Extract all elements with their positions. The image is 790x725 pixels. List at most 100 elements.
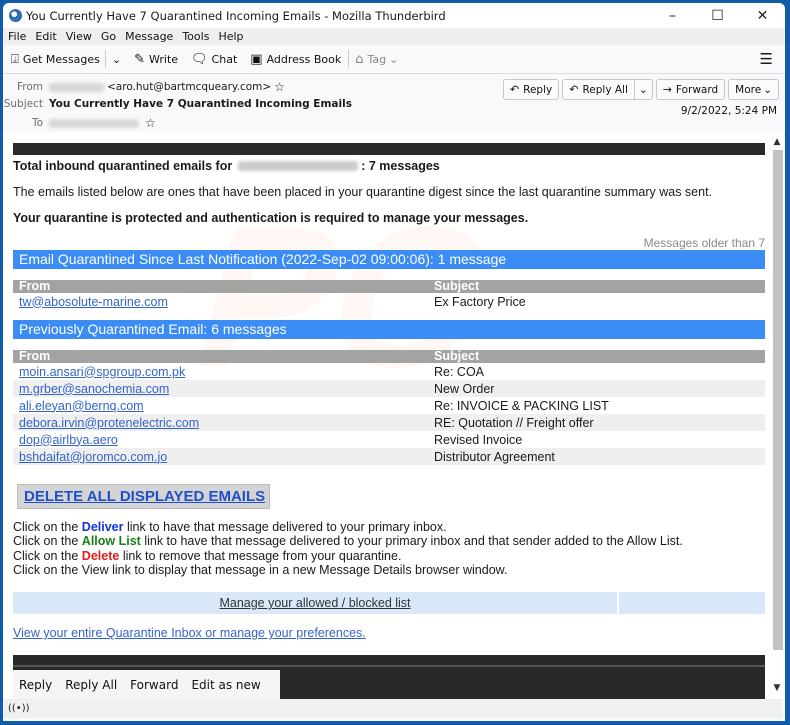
message-header: From <aro.hut@bartmcqueary.com> ☆ Subjec… xyxy=(3,74,785,134)
star-icon[interactable]: ☆ xyxy=(145,116,156,130)
recent-quarantine-header: Email Quarantined Since Last Notificatio… xyxy=(13,250,765,269)
delete-instruction: Click on the Delete link to remove that … xyxy=(13,549,765,563)
table-row: debora.irvin@protenelectric.com RE: Quot… xyxy=(13,414,765,431)
menu-view[interactable]: View xyxy=(66,30,92,43)
message-date: 9/2/2022, 5:24 PM xyxy=(680,105,777,117)
address-book-icon: ▣ xyxy=(250,51,263,67)
close-button[interactable]: ✕ xyxy=(740,3,785,28)
status-bar: ((•)) xyxy=(3,699,782,718)
address-book-button[interactable]: ▣ Address Book xyxy=(250,52,341,67)
reply-all-icon: ↶ xyxy=(569,83,579,96)
write-label: Write xyxy=(148,52,179,66)
menu-file[interactable]: File xyxy=(8,30,26,43)
sender-link[interactable]: dop@airlbya.aero xyxy=(19,433,118,447)
thunderbird-logo-icon xyxy=(9,9,22,22)
get-messages-button[interactable]: ⍗ Get Messages xyxy=(11,52,100,67)
more-label: More xyxy=(735,83,762,96)
instruction-text: link to remove that message from your qu… xyxy=(122,548,402,563)
reply-all-label: Reply All xyxy=(582,83,628,96)
hamburger-menu-icon[interactable]: ☰ xyxy=(760,50,773,68)
from-column-header: From xyxy=(13,350,428,363)
delete-keyword: Delete xyxy=(81,548,120,563)
sender-link[interactable]: bshdaifat@joromco.com.jo xyxy=(19,450,167,464)
tag-icon: ⌂ xyxy=(355,51,364,67)
table-row: m.grber@sanochemia.com New Order xyxy=(13,380,765,397)
subject-cell: Re: INVOICE & PACKING LIST xyxy=(434,398,609,413)
online-status-icon[interactable]: ((•)) xyxy=(8,703,30,714)
title-bar: You Currently Have 7 Quarantined Incomin… xyxy=(3,3,785,28)
delete-all-link[interactable]: DELETE ALL DISPLAYED EMAILS xyxy=(24,488,265,505)
vertical-scrollbar[interactable]: ▲ ▼ xyxy=(770,133,784,699)
quick-reply-button[interactable]: Reply xyxy=(19,678,52,692)
sender-link[interactable]: debora.irvin@protenelectric.com xyxy=(19,416,199,430)
menu-go[interactable]: Go xyxy=(101,30,116,43)
scroll-down-icon[interactable]: ▼ xyxy=(770,681,784,695)
sender-link[interactable]: moin.ansari@spgroup.com.pk xyxy=(19,365,185,379)
quick-forward-button[interactable]: Forward xyxy=(130,678,178,692)
reply-button[interactable]: ↶ Reply xyxy=(502,79,560,100)
table-row: bshdaifat@joromco.com.jo Distributor Agr… xyxy=(13,448,765,465)
pencil-icon: ✎ xyxy=(134,51,145,67)
subject-cell: Distributor Agreement xyxy=(428,448,765,465)
more-button[interactable]: More ⌄ xyxy=(728,79,779,100)
instruction-prefix: Click on the xyxy=(13,548,79,563)
menu-help[interactable]: Help xyxy=(218,30,243,43)
from-column-header: From xyxy=(13,280,428,293)
chevron-down-icon: ⌄ xyxy=(763,83,772,96)
menu-tools[interactable]: Tools xyxy=(182,30,209,43)
maximize-button[interactable]: ☐ xyxy=(695,3,740,28)
instruction-text: link to have that message delivered to y… xyxy=(126,520,447,534)
menu-message[interactable]: Message xyxy=(125,30,173,43)
redacted-recipient xyxy=(49,118,139,128)
reply-label: Reply xyxy=(523,83,553,96)
redacted-recipient xyxy=(238,161,359,171)
chevron-down-icon: ⌄ xyxy=(111,52,122,66)
chevron-down-icon: ⌄ xyxy=(638,83,648,96)
quick-reply-all-button[interactable]: Reply All xyxy=(65,678,117,692)
previous-quarantine-header: Previously Quarantined Email: 6 messages xyxy=(13,320,765,339)
chat-button[interactable]: 🗨 Chat xyxy=(191,52,237,67)
minimize-button[interactable]: – xyxy=(650,3,695,28)
delete-all-button[interactable]: DELETE ALL DISPLAYED EMAILS xyxy=(17,484,271,509)
main-toolbar: ⍗ Get Messages ⌄ ✎ Write 🗨 Chat ▣ Addres… xyxy=(3,45,785,74)
from-email[interactable]: <aro.hut@bartmcqueary.com> xyxy=(107,81,271,93)
sender-link[interactable]: m.grber@sanochemia.com xyxy=(19,382,169,396)
window-title: You Currently Have 7 Quarantined Incomin… xyxy=(26,8,446,23)
forward-button[interactable]: → Forward xyxy=(655,79,726,100)
subject-cell: RE: Quotation // Freight offer xyxy=(428,414,765,431)
reply-all-button[interactable]: ↶ Reply All xyxy=(562,79,635,100)
chevron-down-icon: ⌄ xyxy=(389,52,399,66)
view-quarantine-inbox-link[interactable]: View your entire Quarantine Inbox or man… xyxy=(13,626,366,640)
write-button[interactable]: ✎ Write xyxy=(134,52,178,67)
view-instruction: Click on the View link to display that m… xyxy=(13,562,508,577)
subject-column-header: Subject xyxy=(428,350,765,363)
table-row: dop@airlbya.aero Revised Invoice xyxy=(13,431,765,448)
reply-arrow-icon: ↶ xyxy=(509,83,520,96)
manage-list-row: Manage your allowed / blocked list xyxy=(13,592,765,615)
address-book-label: Address Book xyxy=(266,52,342,66)
forward-label: Forward xyxy=(675,83,719,96)
instruction-text: link to have that message delivered to y… xyxy=(144,534,683,549)
toolbar-divider xyxy=(348,50,350,68)
tag-button[interactable]: ⌂ Tag ⌄ xyxy=(355,52,398,67)
scroll-thumb[interactable] xyxy=(773,150,783,650)
subject-value: You Currently Have 7 Quarantined Incomin… xyxy=(49,98,352,110)
star-icon[interactable]: ☆ xyxy=(274,80,285,94)
manage-row-empty-cell xyxy=(619,592,765,615)
to-label: To xyxy=(31,117,43,129)
scroll-up-icon[interactable]: ▲ xyxy=(770,135,784,149)
total-quarantined-line: Total inbound quarantined emails for : 7… xyxy=(13,159,765,173)
forward-arrow-icon: → xyxy=(662,83,672,96)
sender-link[interactable]: tw@abosolute-marine.com xyxy=(19,295,168,309)
sender-link[interactable]: ali.eleyan@bernq.com xyxy=(19,399,144,413)
download-icon: ⍗ xyxy=(11,51,19,67)
chat-bubble-icon: 🗨 xyxy=(191,51,208,67)
edit-as-new-button[interactable]: Edit as new xyxy=(191,678,260,692)
manage-allowed-blocked-link[interactable]: Manage your allowed / blocked list xyxy=(219,596,410,610)
reply-all-dropdown[interactable]: ⌄ xyxy=(634,79,653,100)
auth-notice: Your quarantine is protected and authent… xyxy=(13,211,529,225)
menu-bar: File Edit View Go Message Tools Help xyxy=(3,28,785,45)
menu-edit[interactable]: Edit xyxy=(35,30,56,43)
top-dark-bar xyxy=(13,143,765,155)
get-messages-dropdown[interactable]: ⌄ xyxy=(112,53,121,66)
